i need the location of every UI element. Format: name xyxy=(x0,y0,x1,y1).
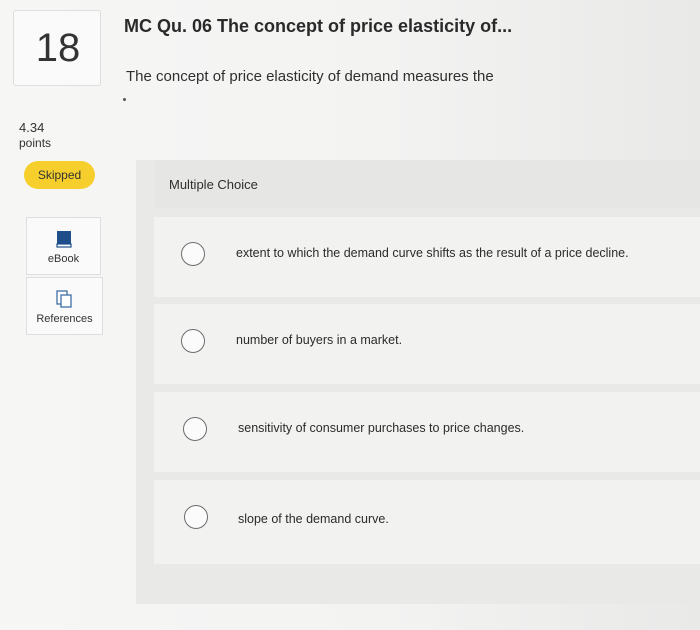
answer-type-header: Multiple Choice xyxy=(154,160,700,208)
points-label: points xyxy=(19,136,52,150)
ebook-button[interactable]: eBook xyxy=(26,217,101,275)
radio-button[interactable] xyxy=(183,417,207,441)
status-badge: Skipped xyxy=(24,161,95,189)
answer-option-2[interactable]: number of buyers in a market. xyxy=(154,304,700,384)
answer-option-4[interactable]: slope of the demand curve. xyxy=(154,480,700,564)
answer-option-label: slope of the demand curve. xyxy=(238,512,389,526)
question-title: MC Qu. 06 The concept of price elasticit… xyxy=(124,16,513,36)
answer-option-3[interactable]: sensitivity of consumer purchases to pri… xyxy=(154,392,700,472)
references-label: References xyxy=(36,313,93,325)
answer-type-label: Multiple Choice xyxy=(169,177,258,192)
answer-option-label: sensitivity of consumer purchases to pri… xyxy=(238,421,525,435)
radio-button[interactable] xyxy=(184,505,208,529)
ebook-label: eBook xyxy=(47,253,80,265)
answer-option-label: extent to which the demand curve shifts … xyxy=(236,246,629,260)
text-cursor-dot xyxy=(123,98,126,101)
question-number: 18 xyxy=(35,26,81,70)
radio-button[interactable] xyxy=(181,329,205,353)
radio-button[interactable] xyxy=(181,242,205,266)
question-text: The concept of price elasticity of deman… xyxy=(126,68,494,85)
references-button[interactable]: References xyxy=(26,277,103,335)
documents-icon xyxy=(56,290,72,308)
book-icon xyxy=(56,231,72,248)
answer-option-1[interactable]: extent to which the demand curve shifts … xyxy=(154,217,700,297)
question-number-box: 18 xyxy=(13,10,101,86)
points-value: 4.34 xyxy=(19,120,45,135)
answer-option-label: number of buyers in a market. xyxy=(236,333,403,347)
